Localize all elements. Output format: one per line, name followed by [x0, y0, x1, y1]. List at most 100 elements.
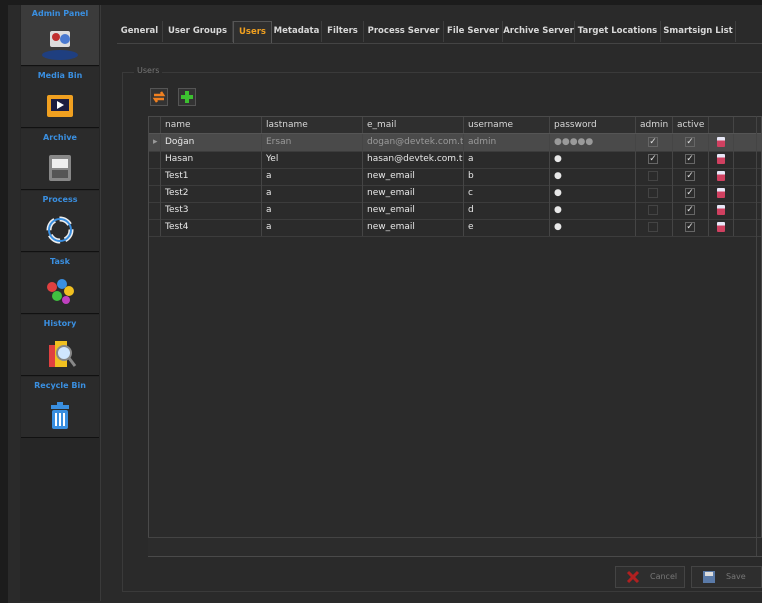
- cell-username[interactable]: e: [464, 219, 550, 236]
- table-row[interactable]: ▸ Doğan Ersan dogan@devtek.com.tr admin ●●●●●…: [149, 134, 761, 152]
- tab-file-server[interactable]: File Server: [444, 21, 503, 42]
- refresh-button[interactable]: [150, 88, 168, 106]
- column-header-username[interactable]: username: [464, 117, 550, 133]
- active-checkbox[interactable]: ✓: [685, 188, 695, 198]
- table-row[interactable]: Test4 a new_email e ● ✓: [149, 219, 761, 237]
- admin-checkbox[interactable]: [648, 205, 658, 215]
- cell-username[interactable]: c: [464, 185, 550, 202]
- cell-username[interactable]: b: [464, 168, 550, 185]
- cell-email[interactable]: dogan@devtek.com.tr: [363, 134, 464, 151]
- delete-user-icon[interactable]: [717, 154, 725, 164]
- cell-name[interactable]: Test1: [161, 168, 262, 185]
- cell-password[interactable]: ●: [550, 168, 636, 185]
- cell-password[interactable]: ●●●●●: [550, 134, 636, 151]
- admin-checkbox[interactable]: ✓: [648, 154, 658, 164]
- sidebar-item-admin-panel[interactable]: Admin Panel: [21, 5, 99, 66]
- add-user-button[interactable]: [178, 88, 196, 106]
- row-indicator[interactable]: ▸: [149, 134, 161, 151]
- cell-lastname[interactable]: a: [262, 168, 363, 185]
- cell-email[interactable]: new_email: [363, 185, 464, 202]
- media-bin-icon: [47, 95, 73, 117]
- active-checkbox[interactable]: ✓: [685, 137, 695, 147]
- cell-email[interactable]: new_email: [363, 168, 464, 185]
- delete-user-icon[interactable]: [717, 137, 725, 147]
- column-header-email[interactable]: e_mail: [363, 117, 464, 133]
- tab-user-groups[interactable]: User Groups: [163, 21, 233, 42]
- cell-username[interactable]: a: [464, 151, 550, 168]
- table-row[interactable]: Hasan Yel hasan@devtek.com.tr a ● ✓ ✓: [149, 151, 761, 169]
- cell-name[interactable]: Test3: [161, 202, 262, 219]
- delete-user-icon[interactable]: [717, 171, 725, 181]
- row-indicator[interactable]: [149, 151, 161, 168]
- cell-email[interactable]: new_email: [363, 219, 464, 236]
- sidebar-item-media-bin[interactable]: Media Bin: [21, 67, 99, 128]
- table-row[interactable]: Test1 a new_email b ● ✓: [149, 168, 761, 186]
- cell-username[interactable]: admin: [464, 134, 550, 151]
- cell-email[interactable]: hasan@devtek.com.tr: [363, 151, 464, 168]
- cancel-button[interactable]: Cancel: [615, 566, 685, 588]
- tab-users[interactable]: Users: [233, 21, 272, 43]
- tab-filters[interactable]: Filters: [322, 21, 364, 42]
- cell-admin: [636, 202, 673, 219]
- table-row[interactable]: Test2 a new_email c ● ✓: [149, 185, 761, 203]
- table-row[interactable]: Test3 a new_email d ● ✓: [149, 202, 761, 220]
- tab-target-locations[interactable]: Target Locations: [575, 21, 661, 42]
- sidebar-item-label: Task: [50, 257, 70, 266]
- sidebar-item-task[interactable]: Task: [21, 253, 99, 314]
- sidebar-item-recycle-bin[interactable]: Recycle Bin: [21, 377, 99, 438]
- cell-name[interactable]: Test4: [161, 219, 262, 236]
- active-checkbox[interactable]: ✓: [685, 205, 695, 215]
- cell-admin: [636, 185, 673, 202]
- row-indicator[interactable]: [149, 168, 161, 185]
- vertical-scrollbar[interactable]: [756, 116, 761, 556]
- active-checkbox[interactable]: ✓: [685, 154, 695, 164]
- active-checkbox[interactable]: ✓: [685, 171, 695, 181]
- sidebar-item-history[interactable]: History: [21, 315, 99, 376]
- cell-email[interactable]: new_email: [363, 202, 464, 219]
- horizontal-scrollbar[interactable]: [148, 537, 762, 556]
- delete-user-icon[interactable]: [717, 205, 725, 215]
- tab-archive-server[interactable]: Archive Server: [503, 21, 575, 42]
- history-icon: [49, 341, 77, 367]
- tab-smartsign-list[interactable]: Smartsign List: [661, 21, 736, 42]
- admin-checkbox[interactable]: ✓: [648, 137, 658, 147]
- cell-password[interactable]: ●: [550, 185, 636, 202]
- delete-user-icon[interactable]: [717, 222, 725, 232]
- delete-user-icon[interactable]: [717, 188, 725, 198]
- active-checkbox[interactable]: ✓: [685, 222, 695, 232]
- sidebar-item-archive[interactable]: Archive: [21, 129, 99, 190]
- cell-password[interactable]: ●: [550, 219, 636, 236]
- tab-metadata[interactable]: Metadata: [272, 21, 322, 42]
- tab-general[interactable]: General: [117, 21, 163, 42]
- column-header-password[interactable]: password: [550, 117, 636, 133]
- admin-checkbox[interactable]: [648, 222, 658, 232]
- column-header-active[interactable]: active: [673, 117, 709, 133]
- sidebar-item-label: Media Bin: [37, 71, 83, 80]
- cell-username[interactable]: d: [464, 202, 550, 219]
- cell-lastname[interactable]: a: [262, 185, 363, 202]
- cell-name[interactable]: Doğan: [161, 134, 262, 151]
- column-header-name[interactable]: name: [161, 117, 262, 133]
- cell-password[interactable]: ●: [550, 151, 636, 168]
- cell-lastname[interactable]: a: [262, 219, 363, 236]
- column-header-lastname[interactable]: lastname: [262, 117, 363, 133]
- row-indicator[interactable]: [149, 219, 161, 236]
- cell-lastname[interactable]: Ersan: [262, 134, 363, 151]
- cell-lastname[interactable]: Yel: [262, 151, 363, 168]
- cell-password[interactable]: ●: [550, 202, 636, 219]
- column-header-admin[interactable]: admin: [636, 117, 673, 133]
- admin-checkbox[interactable]: [648, 171, 658, 181]
- row-indicator[interactable]: [149, 185, 161, 202]
- sidebar-item-process[interactable]: Process: [21, 191, 99, 252]
- tab-process-server[interactable]: Process Server: [364, 21, 444, 42]
- cancel-label: Cancel: [650, 572, 678, 581]
- admin-checkbox[interactable]: [648, 188, 658, 198]
- row-indicator[interactable]: [149, 202, 161, 219]
- cell-admin: [636, 219, 673, 236]
- cell-lastname[interactable]: a: [262, 202, 363, 219]
- table-header: name lastname e_mail username password a…: [149, 117, 761, 134]
- save-button[interactable]: Save: [691, 566, 762, 588]
- cell-name[interactable]: Test2: [161, 185, 262, 202]
- save-icon: [703, 571, 715, 583]
- cell-name[interactable]: Hasan: [161, 151, 262, 168]
